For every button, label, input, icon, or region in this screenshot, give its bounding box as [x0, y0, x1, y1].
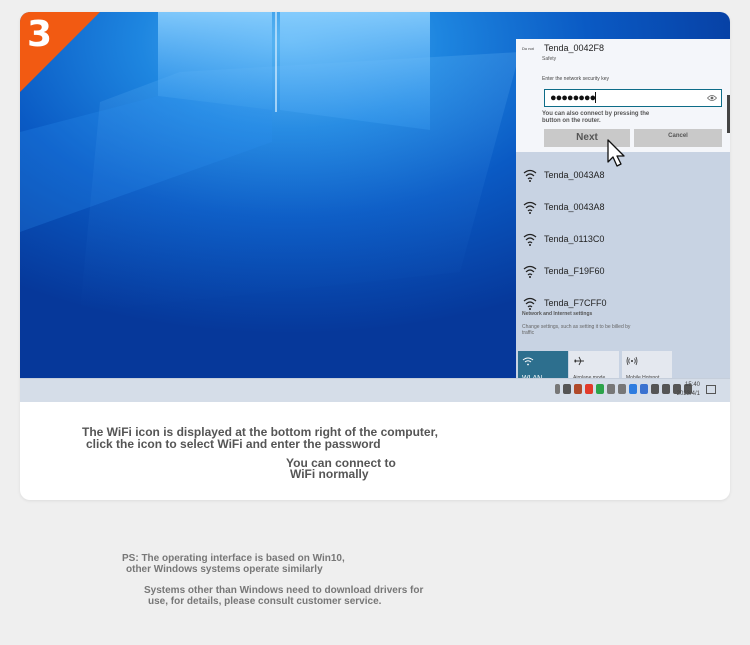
key-prompt: Enter the network security key — [542, 76, 609, 82]
clock-date: 2023/4/1 — [676, 391, 700, 397]
wifi-network-item[interactable]: Tenda_F19F60 — [516, 255, 730, 287]
tray-app-icon[interactable] — [640, 384, 648, 394]
tutorial-card: 3 Do not Tenda_0042F8 Safety Enter the n… — [20, 12, 730, 500]
text-caret — [595, 92, 596, 103]
wifi-signal-icon — [523, 233, 537, 246]
system-tray — [555, 384, 692, 394]
tray-app-icon[interactable] — [607, 384, 615, 394]
clock-time: 15:40 — [684, 382, 700, 388]
network-name: Tenda_0043A8 — [544, 170, 605, 180]
taskbar-clock[interactable]: 15:40 2023/4/1 — [677, 381, 700, 399]
network-name: Tenda_F7CFF0 — [544, 298, 607, 308]
wifi-network-item[interactable]: Tenda_0113C0 — [516, 223, 730, 255]
connecting-network-name: Tenda_0042F8 — [544, 43, 605, 53]
network-name: Tenda_F19F60 — [544, 266, 605, 276]
tray-app-icon[interactable] — [596, 384, 604, 394]
wifi-network-item[interactable]: Tenda_0043A8 — [516, 159, 730, 191]
network-name: Tenda_0113C0 — [544, 234, 605, 244]
instruction-text: The WiFi icon is displayed at the bottom… — [82, 426, 502, 450]
tray-app-icon[interactable] — [629, 384, 637, 394]
tray-app-icon[interactable] — [574, 384, 582, 394]
password-value: ●●●●●●●● — [550, 92, 596, 104]
wifi-network-item[interactable]: Tenda_0043A8 — [516, 191, 730, 223]
router-hint: You can also connect by pressing the but… — [542, 111, 650, 124]
ps-note: PS: The operating interface is based on … — [122, 553, 422, 575]
show-password-eye-icon[interactable] — [707, 94, 717, 102]
hotspot-icon — [626, 356, 638, 366]
taskbar: 15:40 2023/4/1 — [20, 378, 730, 402]
instruction-line-2: click the icon to select WiFi and enter … — [86, 437, 381, 451]
header-small-text: Do not — [522, 46, 534, 51]
wifi-icon — [522, 357, 534, 366]
wifi-flyout-panel: Do not Tenda_0042F8 Safety Enter the net… — [516, 39, 730, 389]
tray-app-icon[interactable] — [563, 384, 571, 394]
security-label: Safety — [542, 56, 557, 62]
wifi-signal-icon — [523, 201, 537, 214]
panel-scrollbar[interactable] — [727, 95, 730, 133]
wifi-signal-icon — [523, 169, 537, 182]
step-number: 3 — [27, 14, 53, 55]
network-name: Tenda_0043A8 — [544, 202, 605, 212]
wifi-tray-icon[interactable] — [662, 384, 670, 394]
wifi-signal-icon — [523, 265, 537, 278]
display-icon[interactable] — [651, 384, 659, 394]
tray-app-icon[interactable] — [585, 384, 593, 394]
wifi-signal-icon — [523, 297, 537, 310]
ps-line-2: other Windows systems operate similarly — [126, 564, 323, 575]
cancel-button[interactable]: Cancel — [634, 129, 722, 147]
drivers-note: Systems other than Windows need to downl… — [144, 585, 504, 607]
password-field[interactable]: ●●●●●●●● — [544, 89, 722, 107]
result-line-2: WiFi normally — [290, 467, 369, 481]
network-settings-desc: Change settings, such as setting it to b… — [522, 324, 631, 336]
airplane-icon — [574, 356, 584, 366]
tray-app-icon[interactable] — [618, 384, 626, 394]
ps-line-1: PS: The operating interface is based on … — [122, 553, 345, 564]
network-settings-link[interactable]: Network and Internet settings — [522, 312, 642, 317]
notification-center-icon[interactable] — [706, 385, 716, 394]
chevron-up-icon[interactable] — [555, 384, 560, 394]
password-dialog: Do not Tenda_0042F8 Safety Enter the net… — [516, 39, 730, 167]
drivers-line-2: use, for details, please consult custome… — [148, 596, 382, 607]
result-text: You can connect to WiFi normally — [286, 457, 426, 481]
drivers-line-1: Systems other than Windows need to downl… — [144, 585, 424, 596]
